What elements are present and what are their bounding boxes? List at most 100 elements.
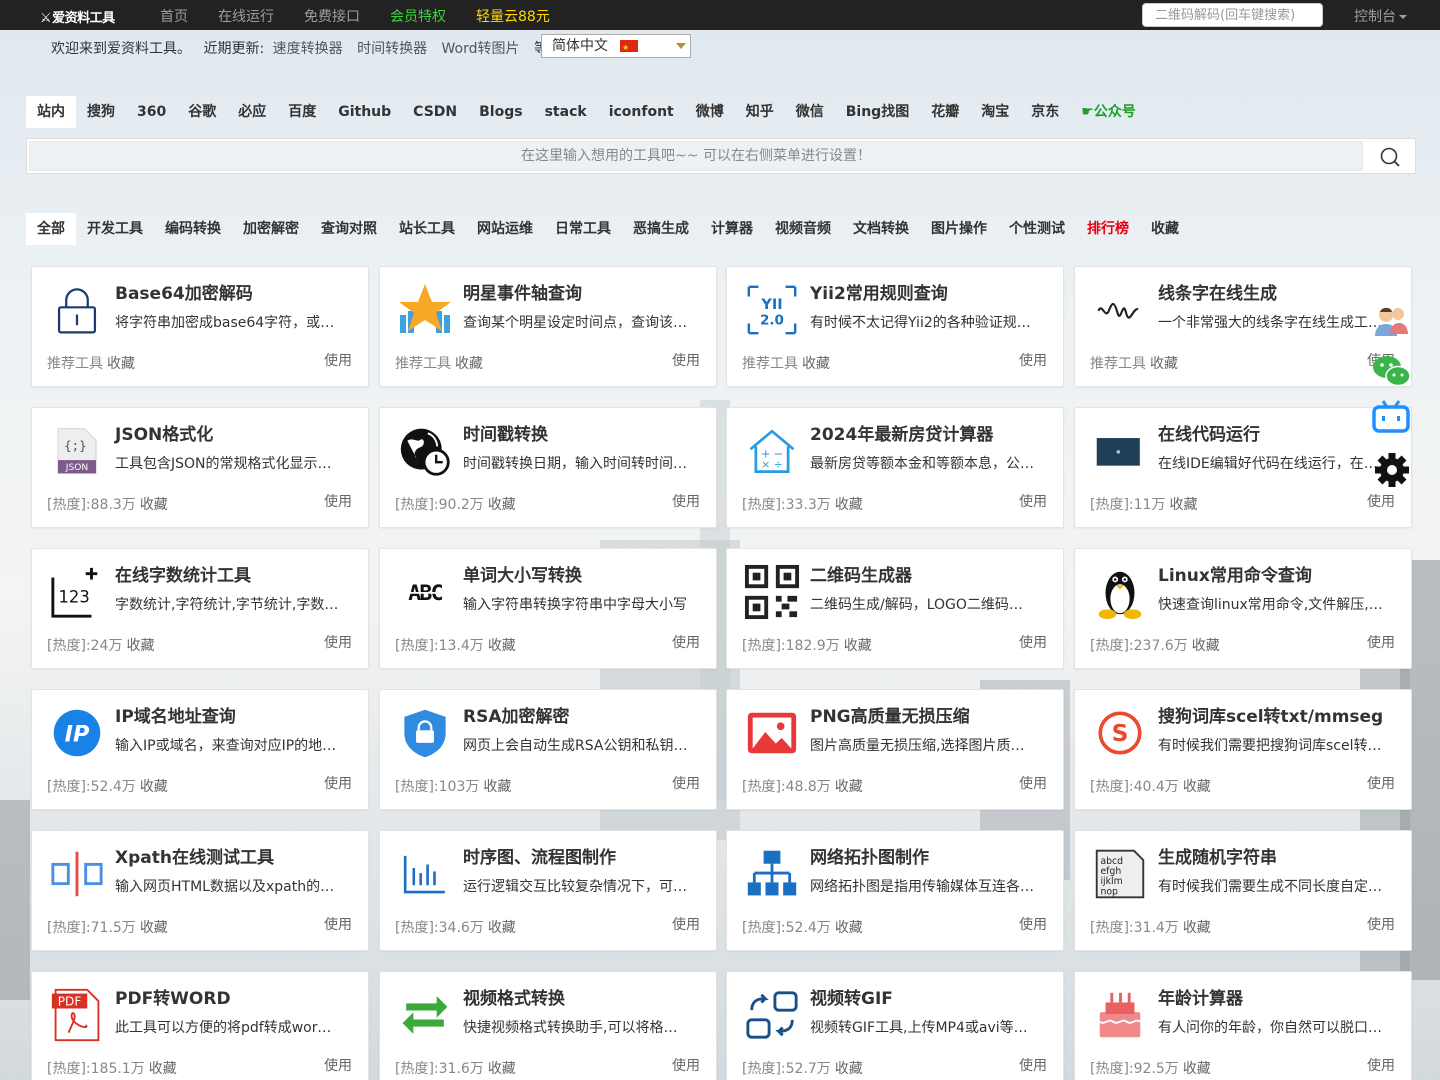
- use-button[interactable]: 使用: [672, 350, 700, 370]
- engine-tab-google[interactable]: 谷歌: [177, 96, 227, 128]
- tool-title[interactable]: 在线代码运行: [1158, 420, 1260, 445]
- use-button[interactable]: 使用: [1019, 914, 1047, 934]
- engine-tab-stack[interactable]: stack: [534, 96, 598, 128]
- favorite-link[interactable]: 收藏: [835, 497, 863, 513]
- engine-tab-sogou[interactable]: 搜狗: [76, 96, 126, 128]
- tool-card[interactable]: 视频转GIF 视频转GIF工具,上传MP4或avi等视频格式 [热度]:52.7万收…: [726, 971, 1064, 1080]
- favorite-link[interactable]: 收藏: [140, 779, 168, 795]
- site-logo[interactable]: ⚔爱资料工具: [40, 7, 115, 26]
- favorite-link[interactable]: 收藏: [1183, 1061, 1211, 1077]
- tool-title[interactable]: 明星事件轴查询: [463, 279, 582, 304]
- favorite-link[interactable]: 收藏: [140, 920, 168, 936]
- tool-title[interactable]: 年龄计算器: [1158, 984, 1243, 1009]
- tool-title[interactable]: PNG高质量无损压缩: [810, 702, 970, 727]
- bilibili-icon[interactable]: [1370, 396, 1414, 440]
- tool-card[interactable]: 网络拓扑图制作网络拓扑图是指用传输媒体互连各种设备的物理布局 [热度]:52.4万…: [726, 830, 1064, 951]
- tool-card[interactable]: 明星事件轴查询查询某个明星设定时间点，查询该时间点发生的事件推荐工具收藏 使用: [379, 266, 717, 387]
- engine-tab-csdn[interactable]: CSDN: [402, 96, 468, 128]
- use-button[interactable]: 使用: [1367, 773, 1395, 793]
- use-button[interactable]: 使用: [672, 491, 700, 511]
- engine-tab-bing-images[interactable]: Bing找图: [835, 96, 920, 128]
- use-button[interactable]: 使用: [324, 1055, 352, 1075]
- tool-card[interactable]: IP IP域名地址查询 输入IP或域名，来查询对应IP的地理位置 [热度]:52.4万…: [31, 689, 369, 810]
- favorite-link[interactable]: 收藏: [140, 497, 168, 513]
- language-select[interactable]: 简体中文: [541, 34, 691, 59]
- nav-vip[interactable]: 会员特权: [390, 6, 446, 26]
- engine-tab-bing[interactable]: 必应: [227, 96, 277, 128]
- use-button[interactable]: 使用: [1019, 491, 1047, 511]
- update-link-word[interactable]: Word转图片: [442, 41, 520, 57]
- tool-title[interactable]: JSON格式化: [115, 420, 213, 445]
- engine-tab-weixin[interactable]: 微信: [785, 96, 835, 128]
- tool-title[interactable]: 网络拓扑图制作: [810, 843, 929, 868]
- tool-card[interactable]: S 搜狗词库scel转txt/mmseg 有时候我们需要把搜狗词库scel转换成tx…: [1074, 689, 1412, 810]
- tool-title[interactable]: Linux常用命令查询: [1158, 561, 1312, 586]
- tool-title[interactable]: Base64加密解码: [115, 279, 253, 304]
- use-button[interactable]: 使用: [672, 773, 700, 793]
- tool-title[interactable]: RSA加密解密: [463, 702, 570, 727]
- tool-card[interactable]: 123 在线字数统计工具 字数统计,字符统计,字节统计,字数计算 [热度]:24万 收藏…: [31, 548, 369, 669]
- favorite-link[interactable]: 收藏: [835, 920, 863, 936]
- engine-tab-site[interactable]: 站内: [26, 96, 76, 128]
- favorite-link[interactable]: 收藏: [802, 356, 830, 372]
- favorite-link[interactable]: 收藏: [488, 638, 516, 654]
- nav-home[interactable]: 首页: [160, 6, 188, 26]
- tool-card[interactable]: PNG高质量无损压缩图片高质量无损压缩,选择图片质量进行压缩 [热度]:48.8万…: [726, 689, 1064, 810]
- category-tab-ranking[interactable]: 排行榜: [1076, 213, 1140, 245]
- use-button[interactable]: 使用: [324, 350, 352, 370]
- favorite-link[interactable]: 收藏: [455, 356, 483, 372]
- favorite-link[interactable]: 收藏: [1192, 638, 1220, 654]
- tool-card[interactable]: Xpath在线测试工具输入网页HTML数据以及xpath的规则进行测试 [热度]:…: [31, 830, 369, 951]
- favorite-link[interactable]: 收藏: [1183, 779, 1211, 795]
- tool-card[interactable]: +−×÷2024年最新房贷计算器最新房贷等额本金和等额本息，公积金贷款计算[热度…: [726, 407, 1064, 528]
- tool-card[interactable]: {;} JSON JSON格式化工具包含JSON的常规格式化显示，压缩，转义等 [热度…: [31, 407, 369, 528]
- engine-tab-zhihu[interactable]: 知乎: [735, 96, 785, 128]
- search-icon[interactable]: [1379, 146, 1401, 168]
- tool-card[interactable]: 视频格式转换快捷视频格式转换助手,可以将格式进行转换 [热度]:31.6万收藏 使用: [379, 971, 717, 1080]
- favorite-link[interactable]: 收藏: [844, 638, 872, 654]
- engine-tab-wechat-official[interactable]: ☛公众号: [1070, 96, 1147, 128]
- use-button[interactable]: 使用: [1019, 350, 1047, 370]
- engine-tab-360[interactable]: 360: [126, 96, 177, 128]
- tool-card[interactable]: abcdefghijklmnop 生成随机字符串有时候我们需要生成不同长度自定义的…: [1074, 830, 1412, 951]
- category-tab-favorites[interactable]: 收藏: [1140, 213, 1190, 245]
- favorite-link[interactable]: 收藏: [149, 1061, 177, 1077]
- tool-card[interactable]: Base64加密解码将字符串加密成base64字符，或者将base64字符解码推…: [31, 266, 369, 387]
- favorite-link[interactable]: 收藏: [1169, 497, 1197, 513]
- top-search-input[interactable]: [1142, 3, 1323, 27]
- category-tab-dev[interactable]: 开发工具: [76, 213, 154, 245]
- tool-title[interactable]: 2024年最新房贷计算器: [810, 420, 993, 445]
- use-button[interactable]: 使用: [1367, 632, 1395, 652]
- tool-card[interactable]: YII2.0 Yii2常用规则查询有时候不太记得Yii2的各种验证规则，可以在这查…: [726, 266, 1064, 387]
- engine-tab-github[interactable]: Github: [327, 96, 402, 128]
- use-button[interactable]: 使用: [1367, 914, 1395, 934]
- use-button[interactable]: 使用: [1019, 773, 1047, 793]
- tool-card[interactable]: RSA加密解密网页上会自动生成RSA公钥和私钥，进行加解密 [热度]:103万收藏…: [379, 689, 717, 810]
- favorite-link[interactable]: 收藏: [1150, 356, 1178, 372]
- nav-online-run[interactable]: 在线运行: [218, 6, 274, 26]
- favorite-link[interactable]: 收藏: [488, 920, 516, 936]
- category-tab-lookup[interactable]: 查询对照: [310, 213, 388, 245]
- tool-title[interactable]: IP域名地址查询: [115, 702, 236, 727]
- use-button[interactable]: 使用: [1019, 1055, 1047, 1075]
- favorite-link[interactable]: 收藏: [483, 779, 511, 795]
- use-button[interactable]: 使用: [1019, 632, 1047, 652]
- tool-title[interactable]: 在线字数统计工具: [115, 561, 251, 586]
- use-button[interactable]: 使用: [324, 632, 352, 652]
- tool-title[interactable]: Yii2常用规则查询: [810, 279, 948, 304]
- favorite-link[interactable]: 收藏: [488, 1061, 516, 1077]
- favorite-link[interactable]: 收藏: [835, 779, 863, 795]
- update-link-speed[interactable]: 速度转换器: [273, 41, 343, 57]
- tool-title[interactable]: 视频转GIF: [810, 984, 893, 1009]
- category-tab-webmaster[interactable]: 站长工具: [388, 213, 466, 245]
- category-tab-personality[interactable]: 个性测试: [998, 213, 1076, 245]
- category-tab-crypto[interactable]: 加密解密: [232, 213, 310, 245]
- wechat-icon[interactable]: [1370, 350, 1414, 394]
- engine-tab-blogs[interactable]: Blogs: [468, 96, 533, 128]
- category-tab-doc[interactable]: 文档转换: [842, 213, 920, 245]
- category-tab-image[interactable]: 图片操作: [920, 213, 998, 245]
- category-tab-all[interactable]: 全部: [26, 213, 76, 245]
- engine-tab-baidu[interactable]: 百度: [277, 96, 327, 128]
- favorite-link[interactable]: 收藏: [126, 638, 154, 654]
- console-dropdown[interactable]: 控制台: [1354, 6, 1407, 26]
